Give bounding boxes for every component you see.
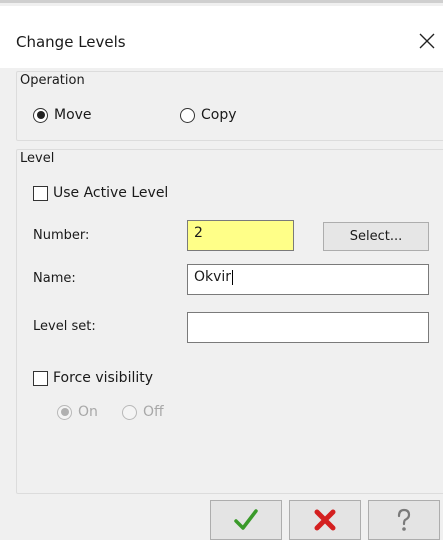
force-visibility-box [33, 370, 48, 386]
red-x-icon [314, 509, 336, 531]
checkmark-icon [234, 509, 258, 530]
change-levels-dialog: Change Levels Operation Move Copy Level … [0, 0, 443, 540]
radio-off-indicator [122, 404, 137, 420]
cancel-button[interactable] [289, 500, 361, 540]
ok-button[interactable] [210, 500, 282, 540]
text-caret [232, 269, 234, 285]
select-button[interactable]: Select... [323, 222, 429, 251]
radio-on: On [57, 404, 98, 420]
title-bar: Change Levels [0, 6, 443, 68]
force-visibility-label: Force visibility [53, 370, 154, 386]
force-visibility-checkbox[interactable]: Force visibility [33, 370, 153, 386]
radio-copy-label: Copy [201, 107, 237, 123]
help-button[interactable] [368, 500, 440, 540]
level-set-field[interactable] [187, 312, 429, 343]
radio-copy-indicator [180, 107, 195, 123]
level-group-label: Level [18, 151, 57, 166]
name-label: Name: [33, 271, 76, 286]
radio-off-label: Off [143, 404, 164, 420]
close-button[interactable] [412, 26, 442, 56]
close-icon [419, 33, 435, 49]
radio-move-label: Move [54, 107, 92, 123]
use-active-level-label: Use Active Level [53, 185, 169, 201]
radio-move-indicator [33, 107, 48, 123]
radio-copy[interactable]: Copy [180, 107, 237, 123]
radio-on-indicator [57, 404, 72, 420]
window-title: Change Levels [16, 33, 126, 51]
level-set-label: Level set: [33, 319, 96, 334]
number-label: Number: [33, 228, 90, 243]
question-mark-icon [397, 508, 411, 531]
use-active-level-checkbox[interactable]: Use Active Level [33, 185, 168, 201]
name-field[interactable]: Okvir [187, 264, 429, 295]
use-active-level-box [33, 185, 48, 201]
radio-move[interactable]: Move [33, 107, 92, 123]
operation-group-label: Operation [18, 73, 87, 88]
radio-on-label: On [78, 404, 98, 420]
number-field[interactable]: 2 [187, 220, 294, 251]
name-value: Okvir [194, 269, 232, 285]
radio-off: Off [122, 404, 164, 420]
number-value: 2 [194, 225, 203, 241]
